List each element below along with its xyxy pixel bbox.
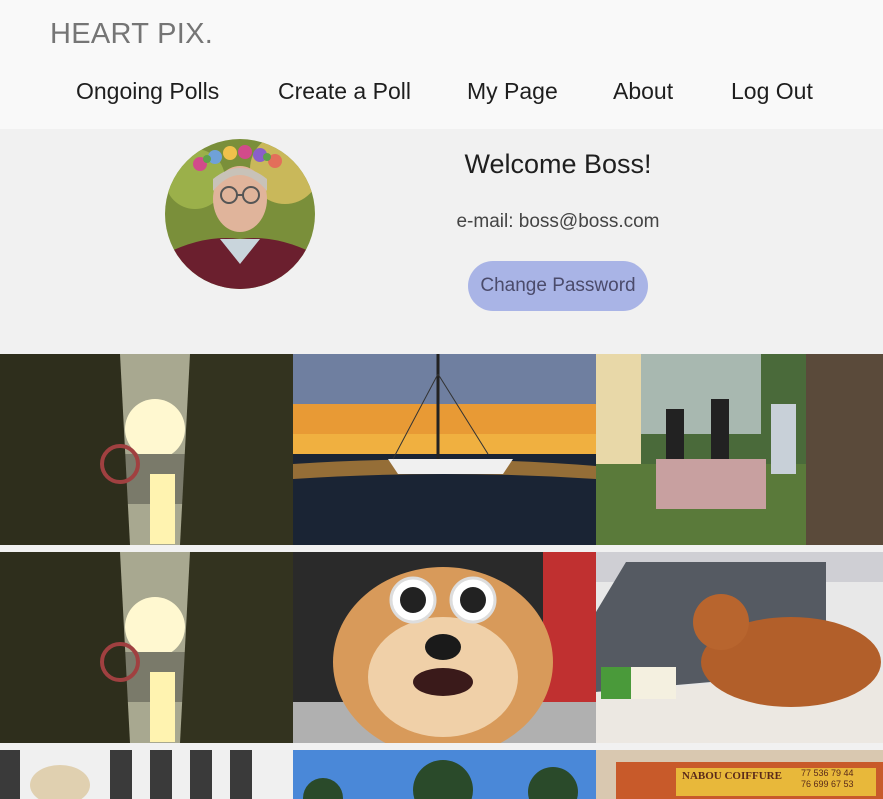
brand-logo[interactable]: HEART PIX. [50,18,213,51]
photo-tile[interactable] [596,354,883,545]
photo-tile[interactable] [293,354,596,545]
photo-tile[interactable] [0,354,293,545]
nav-ongoing-polls[interactable]: Ongoing Polls [76,76,219,106]
photo-gallery: NABOU COIFFURE 77 536 79 44 76 699 67 53 [0,354,883,799]
photo-tile[interactable] [596,552,883,743]
photo-tile[interactable] [0,750,293,799]
photo-tile[interactable] [0,552,293,743]
user-email: e-mail: boss@boss.com [456,211,660,232]
nav-my-page[interactable]: My Page [467,76,558,106]
photo-tile[interactable]: NABOU COIFFURE 77 536 79 44 76 699 67 53 [596,750,883,799]
nav-create-poll[interactable]: Create a Poll [278,76,411,106]
main-nav: Ongoing Polls Create a Poll My Page Abou… [0,76,883,106]
change-password-button[interactable]: Change Password [468,261,648,311]
sign-phone-1: 77 536 79 44 [801,768,854,778]
photo-tile[interactable] [293,750,596,799]
sign-text: NABOU COIFFURE [682,770,782,782]
welcome-heading: Welcome Boss! [464,149,652,179]
photo-tile[interactable] [293,552,596,743]
sign-phone-2: 76 699 67 53 [801,779,854,789]
profile-section: Welcome Boss! e-mail: boss@boss.com Chan… [0,129,883,354]
nav-about[interactable]: About [613,76,673,106]
avatar [165,139,315,289]
sign-phone: 77 536 79 44 76 699 67 53 [801,768,854,790]
site-header: HEART PIX. Ongoing Polls Create a Poll M… [0,0,883,129]
nav-log-out[interactable]: Log Out [731,76,813,106]
